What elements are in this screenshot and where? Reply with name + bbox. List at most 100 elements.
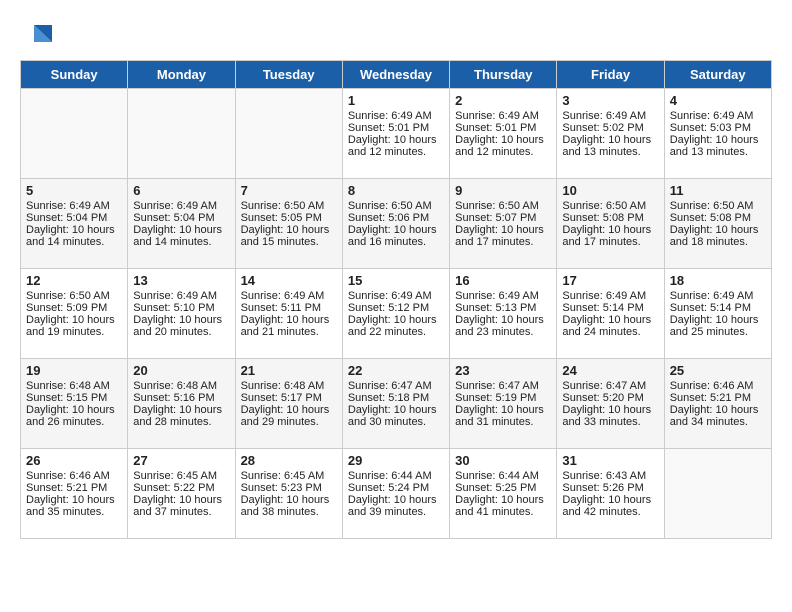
week-row-2: 12Sunrise: 6:50 AMSunset: 5:09 PMDayligh… [21, 269, 772, 359]
cell-content: and 13 minutes. [562, 146, 658, 158]
cell-content: Sunrise: 6:50 AM [455, 200, 551, 212]
cell-content: and 17 minutes. [562, 236, 658, 248]
cell-content: Sunset: 5:15 PM [26, 392, 122, 404]
day-number: 19 [26, 363, 122, 378]
calendar-cell: 3Sunrise: 6:49 AMSunset: 5:02 PMDaylight… [557, 89, 664, 179]
day-number: 18 [670, 273, 766, 288]
header-wednesday: Wednesday [342, 61, 449, 89]
cell-content: Sunset: 5:24 PM [348, 482, 444, 494]
header-tuesday: Tuesday [235, 61, 342, 89]
calendar-header-row: SundayMondayTuesdayWednesdayThursdayFrid… [21, 61, 772, 89]
calendar-cell: 12Sunrise: 6:50 AMSunset: 5:09 PMDayligh… [21, 269, 128, 359]
calendar-cell: 11Sunrise: 6:50 AMSunset: 5:08 PMDayligh… [664, 179, 771, 269]
cell-content: Sunset: 5:10 PM [133, 302, 229, 314]
cell-content: Sunrise: 6:49 AM [670, 290, 766, 302]
cell-content: and 39 minutes. [348, 506, 444, 518]
calendar-cell: 1Sunrise: 6:49 AMSunset: 5:01 PMDaylight… [342, 89, 449, 179]
cell-content: Sunset: 5:01 PM [455, 122, 551, 134]
cell-content: Sunrise: 6:49 AM [26, 200, 122, 212]
cell-content: Daylight: 10 hours [26, 494, 122, 506]
week-row-0: 1 Sunrise: 6:49 AMSunset: 5:01 PM Daylight… [21, 89, 772, 179]
day-number: 11 [670, 183, 766, 198]
cell-content: Sunset: 5:11 PM [241, 302, 337, 314]
cell-content: Sunset: 5:26 PM [562, 482, 658, 494]
calendar-cell: 16Sunrise: 6:49 AMSunset: 5:13 PMDayligh… [450, 269, 557, 359]
cell-content: Sunset: 5:06 PM [348, 212, 444, 224]
cell-content: Sunset: 5:17 PM [241, 392, 337, 404]
calendar-cell: 22Sunrise: 6:47 AMSunset: 5:18 PMDayligh… [342, 359, 449, 449]
day-number: 24 [562, 363, 658, 378]
cell-content: Sunset: 5:05 PM [241, 212, 337, 224]
day-number: 12 [26, 273, 122, 288]
cell-content: and 28 minutes. [133, 416, 229, 428]
day-number: 30 [455, 453, 551, 468]
cell-content: Daylight: 10 hours [241, 224, 337, 236]
cell-content: Sunrise: 6:50 AM [670, 200, 766, 212]
day-number: 10 [562, 183, 658, 198]
cell-content: Sunrise: 6:45 AM [241, 470, 337, 482]
cell-content: Daylight: 10 hours [348, 134, 444, 146]
day-number: 14 [241, 273, 337, 288]
day-number: 29 [348, 453, 444, 468]
calendar-cell: 27Sunrise: 6:45 AMSunset: 5:22 PMDayligh… [128, 449, 235, 539]
cell-content: and 20 minutes. [133, 326, 229, 338]
cell-content: Daylight: 10 hours [241, 404, 337, 416]
cell-content: Sunrise: 6:47 AM [562, 380, 658, 392]
calendar-cell: 10Sunrise: 6:50 AMSunset: 5:08 PMDayligh… [557, 179, 664, 269]
cell-content: Sunrise: 6:47 AM [455, 380, 551, 392]
cell-content: and 12 minutes. [455, 146, 551, 158]
cell-content: Sunset: 5:08 PM [670, 212, 766, 224]
cell-content: and 35 minutes. [26, 506, 122, 518]
cell-content: Sunrise: 6:49 AM [455, 110, 551, 122]
cell-content: and 41 minutes. [455, 506, 551, 518]
cell-content: Sunrise: 6:44 AM [348, 470, 444, 482]
calendar-cell: 18Sunrise: 6:49 AMSunset: 5:14 PMDayligh… [664, 269, 771, 359]
day-number: 13 [133, 273, 229, 288]
cell-content: Sunrise: 6:47 AM [348, 380, 444, 392]
day-number: 23 [455, 363, 551, 378]
cell-content: Sunset: 5:07 PM [455, 212, 551, 224]
day-number: 1 [348, 93, 444, 108]
cell-content: Daylight: 10 hours [348, 494, 444, 506]
calendar-cell: 7Sunrise: 6:50 AMSunset: 5:05 PMDaylight… [235, 179, 342, 269]
cell-content: Sunset: 5:18 PM [348, 392, 444, 404]
cell-content: Daylight: 10 hours [562, 314, 658, 326]
calendar-cell: 15Sunrise: 6:49 AMSunset: 5:12 PMDayligh… [342, 269, 449, 359]
cell-content: Daylight: 10 hours [348, 404, 444, 416]
calendar-cell: 5Sunrise: 6:49 AMSunset: 5:04 PMDaylight… [21, 179, 128, 269]
cell-content: Daylight: 10 hours [241, 494, 337, 506]
cell-content: Daylight: 10 hours [348, 314, 444, 326]
cell-content: Sunset: 5:03 PM [670, 122, 766, 134]
cell-content: Sunset: 5:25 PM [455, 482, 551, 494]
cell-content: Sunrise: 6:50 AM [241, 200, 337, 212]
cell-content: and 22 minutes. [348, 326, 444, 338]
cell-content: Daylight: 10 hours [26, 314, 122, 326]
day-number: 27 [133, 453, 229, 468]
cell-content: Daylight: 10 hours [455, 224, 551, 236]
cell-content: Sunset: 5:19 PM [455, 392, 551, 404]
calendar-cell: 30Sunrise: 6:44 AMSunset: 5:25 PMDayligh… [450, 449, 557, 539]
cell-content: and 24 minutes. [562, 326, 658, 338]
day-number: 3 [562, 93, 658, 108]
calendar-cell: 14Sunrise: 6:49 AMSunset: 5:11 PMDayligh… [235, 269, 342, 359]
cell-content: and 25 minutes. [670, 326, 766, 338]
cell-content: Daylight: 10 hours [670, 314, 766, 326]
calendar-cell: 23Sunrise: 6:47 AMSunset: 5:19 PMDayligh… [450, 359, 557, 449]
logo-icon [24, 20, 54, 50]
week-row-3: 19Sunrise: 6:48 AMSunset: 5:15 PMDayligh… [21, 359, 772, 449]
cell-content: Daylight: 10 hours [562, 404, 658, 416]
cell-content: Daylight: 10 hours [133, 494, 229, 506]
calendar-cell: 26Sunrise: 6:46 AMSunset: 5:21 PMDayligh… [21, 449, 128, 539]
calendar-cell: 19Sunrise: 6:48 AMSunset: 5:15 PMDayligh… [21, 359, 128, 449]
calendar-cell: 17Sunrise: 6:49 AMSunset: 5:14 PMDayligh… [557, 269, 664, 359]
calendar-cell: 31Sunrise: 6:43 AMSunset: 5:26 PMDayligh… [557, 449, 664, 539]
cell-content: and 19 minutes. [26, 326, 122, 338]
cell-content: and 23 minutes. [455, 326, 551, 338]
cell-content: and 17 minutes. [455, 236, 551, 248]
calendar-cell: 4Sunrise: 6:49 AMSunset: 5:03 PMDaylight… [664, 89, 771, 179]
day-number: 28 [241, 453, 337, 468]
cell-content: Sunrise: 6:50 AM [562, 200, 658, 212]
day-number: 4 [670, 93, 766, 108]
cell-content: Sunset: 5:12 PM [348, 302, 444, 314]
calendar-cell: 2Sunrise: 6:49 AMSunset: 5:01 PMDaylight… [450, 89, 557, 179]
